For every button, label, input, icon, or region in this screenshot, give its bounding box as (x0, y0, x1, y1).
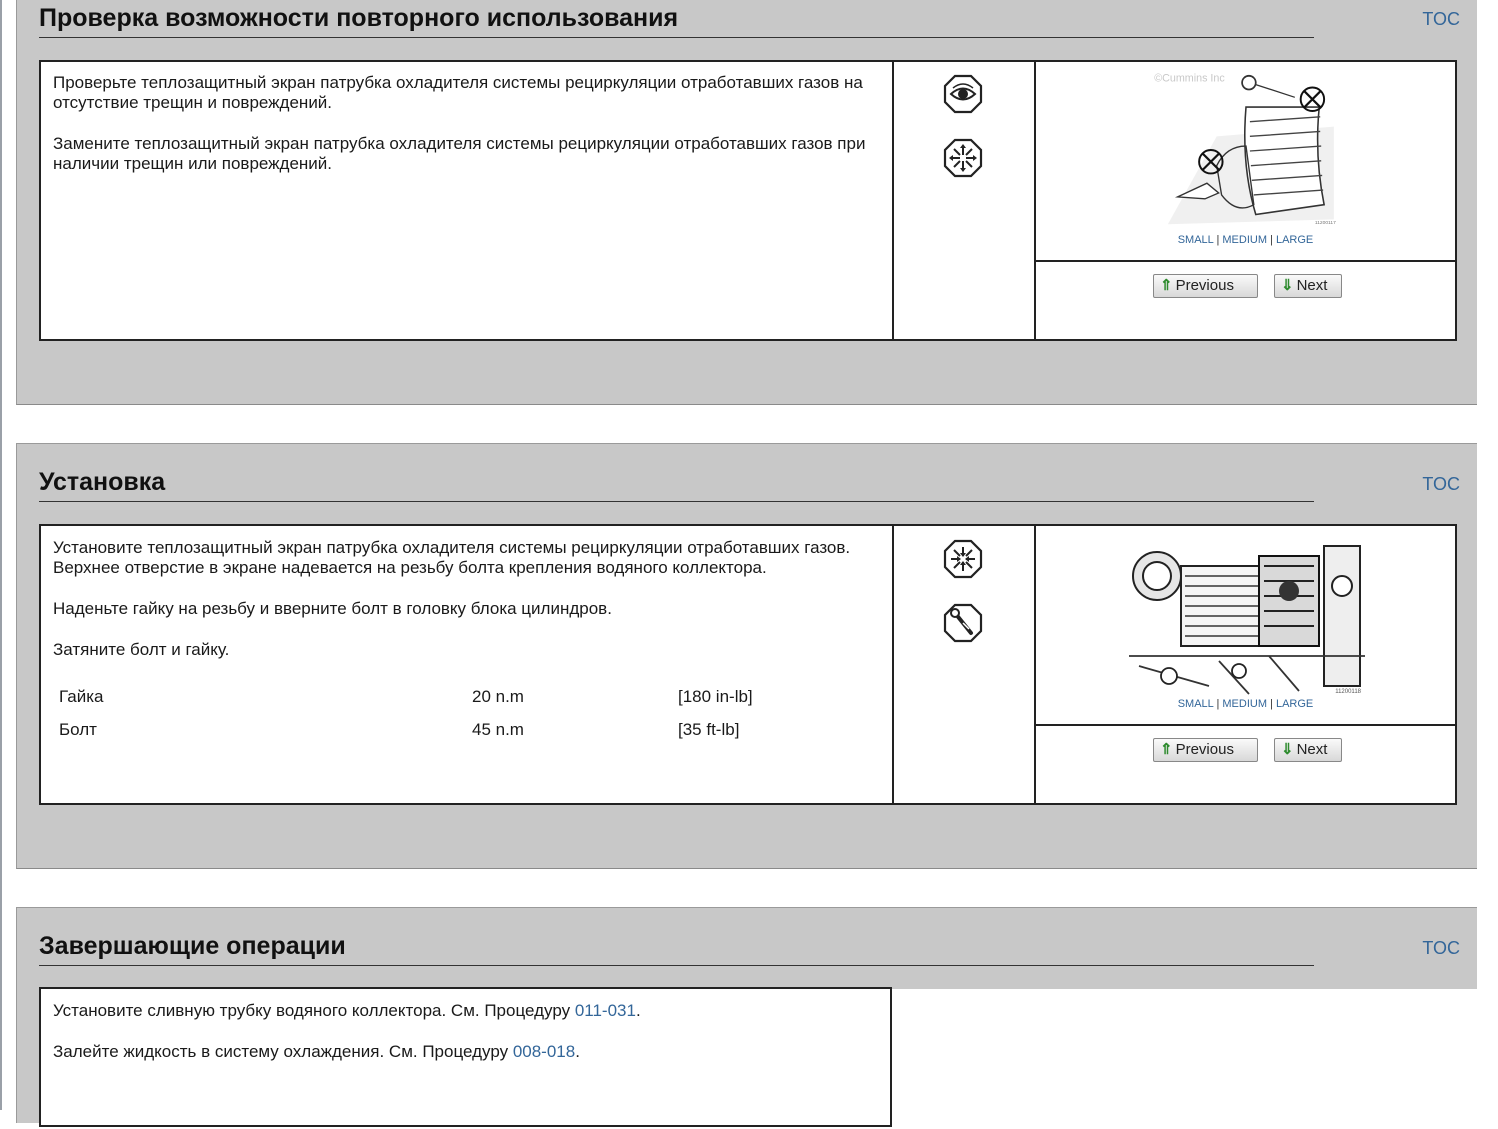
size-large-link[interactable]: LARGE (1276, 698, 1313, 710)
toc-link[interactable]: TOC (1422, 938, 1460, 959)
next-label: Next (1296, 741, 1328, 758)
step-paragraph: Замените теплозащитный экран патрубка ох… (53, 134, 866, 173)
left-frame-rule (0, 0, 2, 1110)
toc-link[interactable]: TOC (1422, 474, 1460, 495)
procedure-link-011-031[interactable]: 011-031 (575, 1001, 636, 1020)
step-paragraph: Установите теплозащитный экран патрубка … (53, 538, 851, 577)
section-finishing-steps: Завершающие операции TOC Установите слив… (16, 907, 1477, 1129)
torque-imperial: [180 in-lb] (678, 687, 753, 706)
torque-part: Гайка (59, 687, 104, 706)
torque-imperial: [35 ft-lb] (678, 720, 740, 739)
illustration-frame: 11200118 SMALL | MEDIUM | LARGE (1036, 526, 1455, 726)
previous-button[interactable]: ⇑ Previous (1153, 738, 1258, 762)
arrow-up-icon: ⇑ (1160, 741, 1173, 758)
torque-wrench-icon (943, 603, 983, 643)
torque-metric: 20 n.m (472, 687, 524, 706)
size-small-link[interactable]: SMALL (1178, 698, 1214, 710)
size-small-link[interactable]: SMALL (1178, 234, 1214, 246)
arrow-down-icon: ⇓ (1281, 277, 1294, 294)
image-code: 11200117 (1315, 220, 1336, 226)
step-table: Проверьте теплозащитный экран патрубка о… (39, 60, 1457, 341)
step-image-cell: ©Cummins Inc 11200117 SMALL | MEDIUM | L… (1036, 62, 1455, 339)
image-size-links: SMALL | MEDIUM | LARGE (1036, 234, 1455, 246)
step-icon-cell (894, 526, 1036, 803)
step-paragraph: Затяните болт и гайку. (53, 640, 230, 659)
heat-shield-illustration[interactable]: ©Cummins Inc 11200117 (1146, 68, 1346, 234)
torque-part: Болт (59, 720, 97, 739)
section-title: Завершающие операции (39, 931, 1314, 966)
step-text-end: . (575, 1042, 580, 1061)
image-copyright: ©Cummins Inc (1154, 73, 1225, 85)
step-paragraph: Наденьте гайку на резьбу и вверните болт… (53, 599, 612, 618)
size-separator: | (1216, 234, 1220, 246)
next-button[interactable]: ⇓ Next (1274, 274, 1342, 298)
torque-metric: 45 n.m (472, 720, 524, 739)
illustration-frame: ©Cummins Inc 11200117 SMALL | MEDIUM | L… (1036, 62, 1455, 262)
section-reuse-check: Проверка возможности повторного использо… (16, 0, 1477, 405)
empty-cell (892, 989, 1477, 1129)
size-separator: | (1216, 698, 1220, 710)
disassembly-icon (943, 138, 983, 178)
step-text-cell: Установите теплозащитный экран патрубка … (41, 526, 894, 803)
step-icon-cell (894, 62, 1036, 339)
section-installation: Установка TOC Установите теплозащитный э… (16, 443, 1477, 869)
step-image-cell: 11200118 SMALL | MEDIUM | LARGE ⇑ Previou… (1036, 526, 1455, 803)
previous-label: Previous (1175, 277, 1234, 294)
arrow-up-icon: ⇑ (1160, 277, 1173, 294)
step-table: Установите сливную трубку водяного колле… (39, 987, 892, 1127)
step-text-cell: Проверьте теплозащитный экран патрубка о… (41, 62, 894, 339)
assembly-icon (943, 539, 983, 579)
engine-installation-illustration[interactable]: 11200118 (1129, 536, 1365, 696)
size-large-link[interactable]: LARGE (1276, 234, 1313, 246)
next-button[interactable]: ⇓ Next (1274, 738, 1342, 762)
step-paragraph: Проверьте теплозащитный экран патрубка о… (53, 73, 863, 112)
step-paragraph: Установите сливную трубку водяного колле… (53, 1001, 876, 1021)
eye-inspect-icon (943, 74, 983, 114)
previous-button[interactable]: ⇑ Previous (1153, 274, 1258, 298)
previous-label: Previous (1175, 741, 1234, 758)
section-title: Проверка возможности повторного использо… (39, 3, 1314, 38)
arrow-down-icon: ⇓ (1281, 741, 1294, 758)
next-label: Next (1296, 277, 1328, 294)
image-size-links: SMALL | MEDIUM | LARGE (1036, 698, 1455, 710)
size-medium-link[interactable]: MEDIUM (1222, 234, 1267, 246)
size-separator: | (1270, 234, 1273, 246)
step-paragraph: Залейте жидкость в систему охлаждения. С… (53, 1042, 876, 1062)
size-medium-link[interactable]: MEDIUM (1222, 698, 1267, 710)
size-separator: | (1270, 698, 1273, 710)
step-text-end: . (635, 1001, 641, 1020)
section-title: Установка (39, 467, 1314, 502)
step-text: Залейте жидкость в систему охлаждения. С… (53, 1042, 513, 1061)
step-text: Установите сливную трубку водяного колле… (53, 1001, 575, 1020)
image-code: 11200118 (1335, 689, 1361, 695)
procedure-link-008-018[interactable]: 008-018 (513, 1042, 575, 1061)
toc-link[interactable]: TOC (1422, 9, 1460, 30)
step-table: Установите теплозащитный экран патрубка … (39, 524, 1457, 805)
